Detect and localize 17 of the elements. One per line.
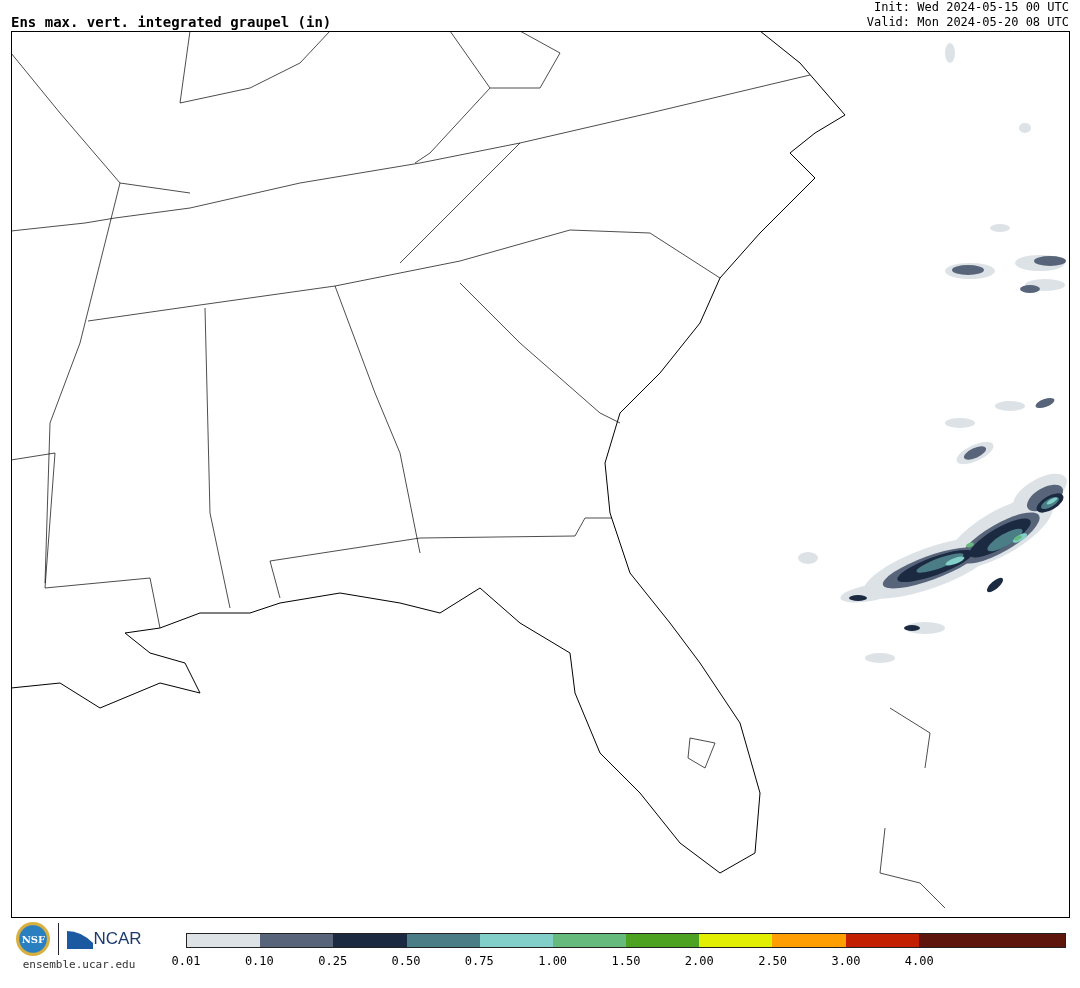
ncar-logo: NCAR — [67, 929, 142, 949]
scale-label: 0.75 — [464, 954, 494, 968]
scale-label: 1.00 — [538, 954, 568, 968]
valid-time: Valid: Mon 2024-05-20 08 UTC — [866, 15, 1069, 30]
scale-label: 0.10 — [244, 954, 274, 968]
scale-label: 0.25 — [318, 954, 348, 968]
scale-label: 2.50 — [758, 954, 788, 968]
nsf-logo: NSF — [16, 922, 51, 956]
scale-label: 4.00 — [904, 954, 934, 968]
init-time: Init: Wed 2024-05-15 00 UTC — [873, 0, 1069, 15]
map-title: Ens max. vert. integrated graupel (in) — [11, 14, 332, 30]
scale-label: 2.00 — [684, 954, 714, 968]
site-url: ensemble.ucar.edu — [22, 958, 136, 971]
scale-label: 1.50 — [611, 954, 641, 968]
scale-label: 0.01 — [171, 954, 201, 968]
scale-label: 0.50 — [391, 954, 421, 968]
scale-label: 3.00 — [831, 954, 861, 968]
